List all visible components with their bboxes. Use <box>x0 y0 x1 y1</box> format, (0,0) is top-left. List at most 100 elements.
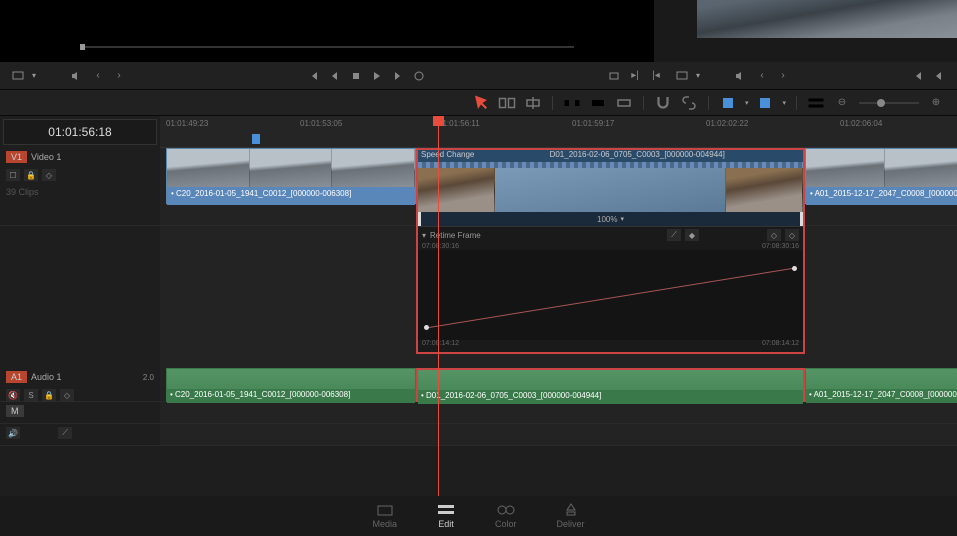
prev-edit-icon[interactable]: ‹ <box>90 68 106 84</box>
automation-icon[interactable]: ⟋ <box>58 427 72 439</box>
stop-icon[interactable] <box>348 68 364 84</box>
lock-audio-icon[interactable]: 🔒 <box>42 389 56 401</box>
insert-icon[interactable] <box>563 96 581 110</box>
page-tab-deliver[interactable]: Deliver <box>557 503 585 529</box>
disable-track-icon[interactable]: ☐ <box>6 169 20 181</box>
out-point-icon[interactable]: |◂ <box>648 68 664 84</box>
ruler-tick: 01:01:56:11 <box>438 119 480 128</box>
curve-keyframe[interactable] <box>424 325 429 330</box>
next-edit-icon[interactable]: › <box>111 68 127 84</box>
solo-icon[interactable]: S <box>24 389 38 401</box>
clips-count: 39 Clips <box>6 187 39 197</box>
mute-icon[interactable]: 🔇 <box>6 389 20 401</box>
page-label: Media <box>372 519 397 529</box>
in-point-icon[interactable]: ▸| <box>627 68 643 84</box>
step-back-icon[interactable] <box>327 68 343 84</box>
selection-tool-icon[interactable] <box>472 96 490 110</box>
edit-toolbar: ▾ ▾ ⊖ ⊕ <box>0 90 957 116</box>
page-tab-edit[interactable]: Edit <box>437 503 455 529</box>
view-options-icon[interactable] <box>807 96 825 110</box>
prev-edit-icon-r[interactable]: ‹ <box>754 68 770 84</box>
auto-select-icon[interactable]: ◇ <box>42 169 56 181</box>
volume-icon[interactable] <box>68 68 84 84</box>
volume-icon-r[interactable] <box>732 68 748 84</box>
track-header-v1[interactable]: V1 Video 1 ☐ 🔒 ◇ 39 Clips <box>0 148 160 226</box>
playhead[interactable] <box>438 116 439 496</box>
audio-clip[interactable]: • C20_2016-01-05_1941_C0012_[000000-0063… <box>166 368 416 402</box>
ruler-tick: 01:02:02:22 <box>706 119 748 128</box>
curve-keyframe[interactable] <box>792 266 797 271</box>
audio-track-1[interactable]: • C20_2016-01-05_1941_C0012_[000000-0063… <box>160 368 957 402</box>
video-clip[interactable]: • A01_2015-12-17_2047_C0008_[000000-0005… <box>805 148 957 204</box>
display-mode-icon[interactable] <box>10 68 26 84</box>
transport-bar: ▾ ‹ › ▸| |◂ ▾ ‹ › <box>0 62 957 90</box>
trim-tool-icon[interactable] <box>498 96 516 110</box>
timeline-ruler[interactable]: 01:01:49:23 01:01:53:05 01:01:56:11 01:0… <box>160 116 957 148</box>
m-badge[interactable]: M <box>6 405 24 417</box>
master-mute-icon[interactable]: 🔊 <box>6 427 20 439</box>
next-edit-icon-r[interactable]: › <box>775 68 791 84</box>
track-header-a1[interactable]: A1 Audio 1 2.0 🔇 S 🔒 ◇ <box>0 368 160 402</box>
auto-select-audio-icon[interactable]: ◇ <box>60 389 74 401</box>
page-label: Color <box>495 519 517 529</box>
loop-icon[interactable] <box>411 68 427 84</box>
link-icon[interactable] <box>680 96 698 110</box>
track-name-v1: Video 1 <box>31 152 61 162</box>
retime-next-icon[interactable]: ◇ <box>785 229 799 241</box>
marker-icon[interactable] <box>252 134 260 144</box>
speed-change-clip[interactable]: Speed Change D01_2016-02-06_0705_C0003_[… <box>416 148 805 354</box>
audio-clip[interactable]: • A01_2015-12-17_2047_C0008_[000000-0005… <box>805 368 957 402</box>
page-nav: Media Edit Color Deliver <box>0 496 957 536</box>
video-track-1[interactable]: • C20_2016-01-05_1941_C0012_[000000-0063… <box>160 148 957 226</box>
flag-color-icon[interactable] <box>719 96 737 110</box>
display-mode-icon-r[interactable] <box>674 68 690 84</box>
edit-icon <box>437 503 455 517</box>
ruler-tick: 01:02:06:04 <box>840 119 882 128</box>
video-clip[interactable]: • C20_2016-01-05_1941_C0012_[000000-0063… <box>166 148 416 204</box>
track-header-m[interactable]: M <box>0 402 160 424</box>
zoom-in-icon[interactable]: ⊕ <box>927 96 945 110</box>
dest-badge-a1[interactable]: A1 <box>6 371 27 383</box>
replace-icon[interactable] <box>615 96 633 110</box>
color-icon <box>497 503 515 517</box>
retime-curve[interactable] <box>418 250 803 340</box>
match-frame-icon[interactable] <box>606 68 622 84</box>
viewer-area <box>0 0 957 62</box>
retime-keyframe-icon[interactable]: ◆ <box>685 229 699 241</box>
snap-icon[interactable] <box>654 96 672 110</box>
retime-panel: ▾ Retime Frame ⟋ ◆ ◇ ◇ 07:08:30:16 07:08… <box>418 226 803 352</box>
marker-color-icon[interactable] <box>756 96 774 110</box>
preview-frame <box>697 0 957 38</box>
play-icon[interactable] <box>369 68 385 84</box>
tracks-area[interactable]: 01:01:49:23 01:01:53:05 01:01:56:11 01:0… <box>160 116 957 496</box>
speed-bar[interactable]: 100% ▾ <box>418 212 803 226</box>
timecode-display[interactable]: 01:01:56:18 <box>3 119 157 145</box>
last-frame-icon[interactable] <box>390 68 406 84</box>
retime-curve-icon[interactable]: ⟋ <box>667 229 681 241</box>
step-back-icon-r[interactable] <box>931 68 947 84</box>
ruler-tick: 01:01:53:05 <box>300 119 342 128</box>
dest-badge-v1[interactable]: V1 <box>6 151 27 163</box>
media-icon <box>376 503 394 517</box>
timeline: 01:01:56:18 V1 Video 1 ☐ 🔒 ◇ 39 Clips A1… <box>0 116 957 496</box>
clip-label: • C20_2016-01-05_1941_C0012_[000000-0063… <box>167 389 415 403</box>
source-scrubber[interactable] <box>80 46 574 48</box>
zoom-slider[interactable] <box>859 102 919 104</box>
lock-track-icon[interactable]: 🔒 <box>24 169 38 181</box>
first-frame-icon-r[interactable] <box>910 68 926 84</box>
retime-tc-bl: 07:08:14:12 <box>422 340 459 352</box>
first-frame-icon[interactable] <box>306 68 322 84</box>
audio-clip-selected[interactable]: • D01_2016-02-06_0705_C0003_[000000-0049… <box>416 368 805 402</box>
track-header-master[interactable]: 🔊 ⟋ <box>0 424 160 446</box>
clip-label: • A01_2015-12-17_2047_C0008_[000000-0005… <box>806 187 957 205</box>
speed-clip-name: D01_2016-02-06_0705_C0003_[000000-004944… <box>474 150 800 162</box>
retime-tc-tr: 07:08:30:16 <box>762 243 799 250</box>
overwrite-icon[interactable] <box>589 96 607 110</box>
page-tab-media[interactable]: Media <box>372 503 397 529</box>
zoom-out-icon[interactable]: ⊖ <box>833 96 851 110</box>
retime-tc-tl: 07:08:30:16 <box>422 243 459 250</box>
page-tab-color[interactable]: Color <box>495 503 517 529</box>
retime-prev-icon[interactable]: ◇ <box>767 229 781 241</box>
master-track <box>160 424 957 446</box>
blade-tool-icon[interactable] <box>524 96 542 110</box>
